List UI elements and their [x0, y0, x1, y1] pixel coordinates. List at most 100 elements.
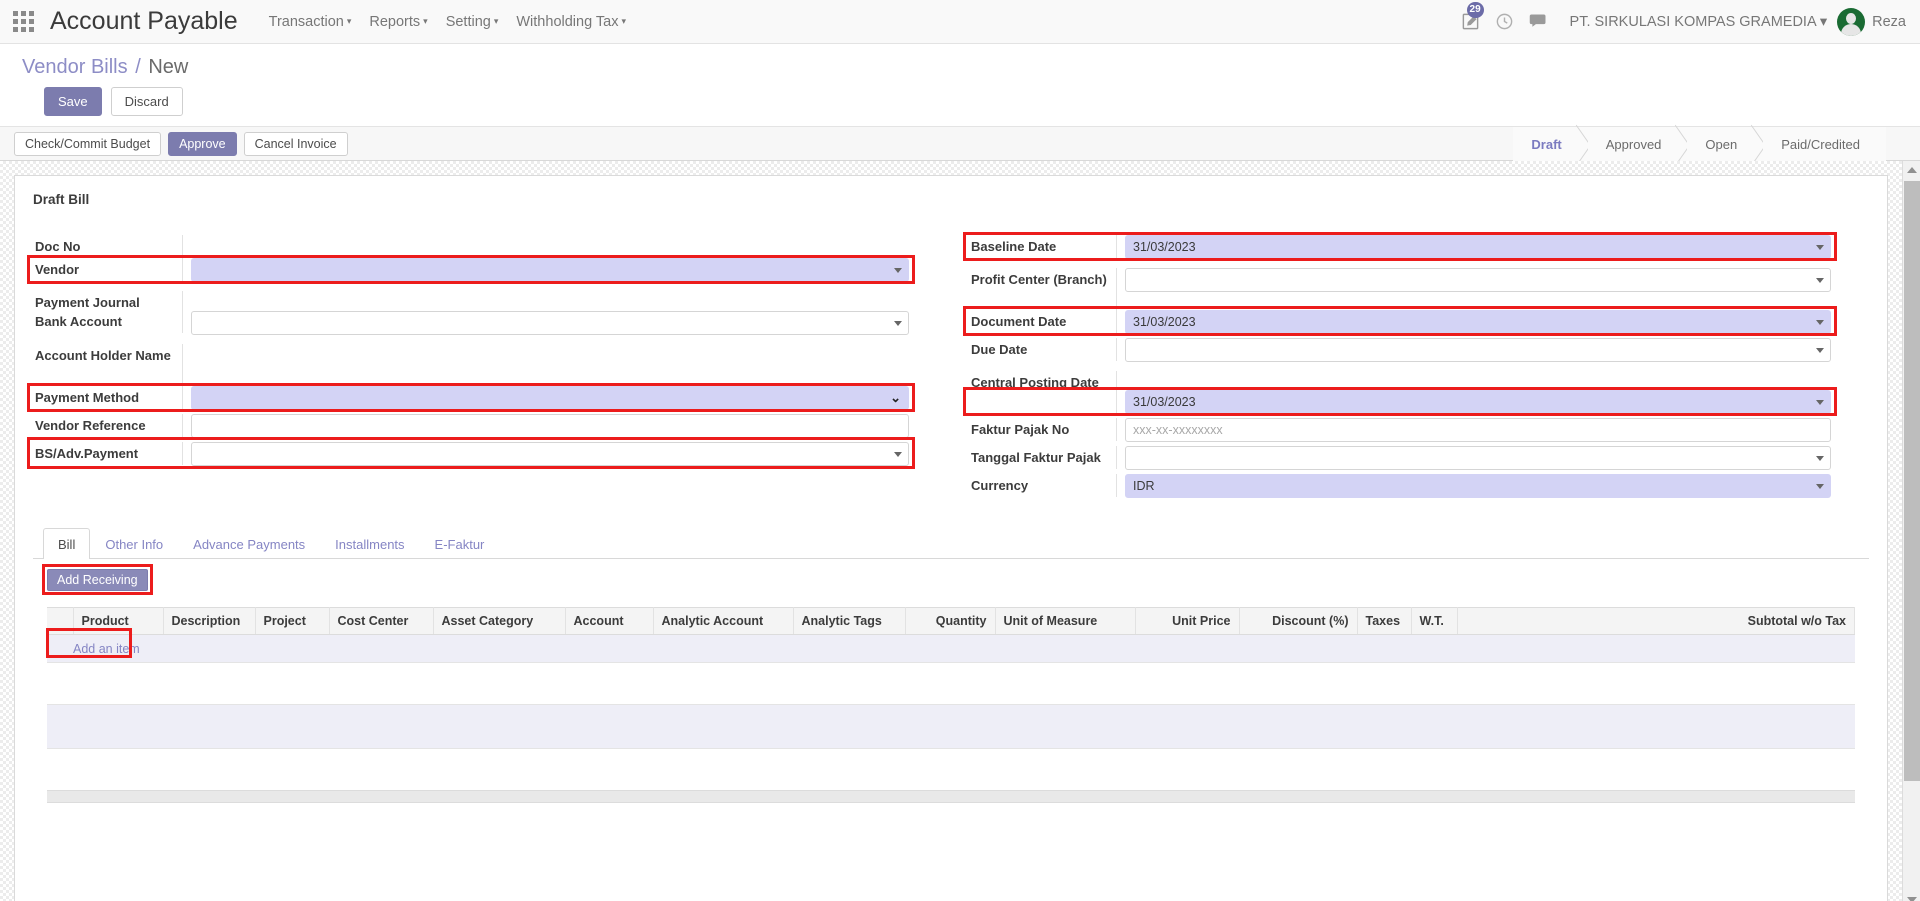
table-header-row: Product Description Project Cost Center … — [47, 607, 1855, 635]
cancel-invoice-button[interactable]: Cancel Invoice — [243, 131, 348, 156]
vertical-scrollbar[interactable] — [1902, 161, 1920, 901]
activities-button[interactable]: 29 — [1454, 1, 1488, 39]
user-menu[interactable]: Reza — [1872, 14, 1906, 30]
vendor-reference-input[interactable] — [191, 414, 909, 438]
column-asset-category[interactable]: Asset Category — [433, 607, 566, 635]
column-product[interactable]: Product — [73, 607, 164, 635]
column-project[interactable]: Project — [255, 607, 330, 635]
scroll-up-button[interactable] — [1903, 161, 1920, 179]
menu-reports[interactable]: Reports ▾ — [360, 0, 436, 44]
currency-input[interactable] — [1125, 474, 1831, 498]
field-due-date-label: Due Date — [969, 338, 1117, 361]
field-central-posting-date-label: Central Posting Date — [969, 371, 1117, 413]
stage-paid-credited[interactable]: Paid/Credited — [1763, 127, 1886, 162]
footer-strip-cell — [47, 790, 1855, 803]
field-document-date: Document Date — [963, 306, 1837, 336]
due-date-input[interactable] — [1125, 338, 1831, 362]
column-cost-center[interactable]: Cost Center — [329, 607, 434, 635]
currency-wrap — [1125, 474, 1831, 498]
column-quantity[interactable]: Quantity — [905, 607, 996, 635]
tab-advance-payments[interactable]: Advance Payments — [178, 528, 320, 559]
approve-button[interactable]: Approve — [168, 131, 237, 156]
scrollbar-thumb[interactable] — [1904, 181, 1920, 781]
column-description[interactable]: Description — [163, 607, 256, 635]
status-buttons: Check/Commit Budget Approve Cancel Invoi… — [14, 131, 348, 156]
chevron-down-icon: ▾ — [621, 16, 627, 26]
payment-method-select[interactable] — [191, 386, 909, 410]
chevron-down-icon: ▾ — [346, 16, 352, 26]
app-brand-title[interactable]: Account Payable — [50, 7, 238, 36]
save-button[interactable]: Save — [44, 87, 102, 116]
tab-installments[interactable]: Installments — [320, 528, 419, 559]
notebook-tabs: Bill Other Info Advance Payments Install… — [33, 528, 1869, 559]
vendor-input[interactable] — [191, 258, 909, 282]
chat-bubble-icon — [1529, 14, 1546, 27]
field-document-date-label: Document Date — [969, 310, 1117, 333]
profit-center-input[interactable] — [1125, 268, 1831, 292]
add-receiving-wrap: Add Receiving — [42, 564, 153, 595]
breadcrumb: Vendor Bills / New — [22, 56, 1920, 79]
field-due-date: Due Date — [969, 338, 1831, 362]
clock-button[interactable] — [1488, 5, 1522, 39]
field-vendor-label: Vendor — [33, 258, 183, 281]
record-actions: Save Discard — [44, 87, 1920, 116]
breadcrumb-parent[interactable]: Vendor Bills — [22, 56, 128, 78]
tanggal-faktur-pajak-input[interactable] — [1125, 446, 1831, 470]
column-subtotal-wo-tax[interactable]: Subtotal w/o Tax — [1457, 607, 1855, 635]
form-columns: Doc No Vendor Payment Journal Bank Accou… — [27, 232, 1869, 498]
column-analytic-tags[interactable]: Analytic Tags — [793, 607, 906, 635]
bank-account-input-wrap — [191, 311, 909, 335]
menu-transaction-label: Transaction — [268, 14, 344, 30]
menu-withholding-tax-label: Withholding Tax — [516, 14, 619, 30]
profit-center-wrap — [1125, 268, 1831, 292]
add-an-item-link[interactable]: Add an item — [73, 642, 140, 656]
chevron-down-icon: ▾ — [1819, 13, 1828, 30]
field-payment-method: Payment Method ⌄ — [27, 383, 915, 412]
total-placeholder-cell — [47, 704, 1855, 749]
field-account-holder-name-label: Account Holder Name — [33, 344, 183, 386]
column-taxes[interactable]: Taxes — [1357, 607, 1412, 635]
table-body: Add an item — [46, 628, 1855, 833]
payment-method-wrap: ⌄ — [191, 386, 909, 410]
field-vendor: Vendor — [27, 255, 915, 284]
discard-button[interactable]: Discard — [110, 87, 183, 116]
breadcrumb-bar: Vendor Bills / New Save Discard — [0, 44, 1920, 116]
column-analytic-account[interactable]: Analytic Account — [653, 607, 794, 635]
vendor-reference-wrap — [191, 414, 909, 438]
menu-withholding-tax[interactable]: Withholding Tax ▾ — [507, 0, 635, 44]
field-vendor-reference: Vendor Reference — [33, 414, 909, 438]
faktur-pajak-no-wrap — [1125, 418, 1831, 442]
menu-setting[interactable]: Setting ▾ — [437, 0, 508, 44]
company-name-label: PT. SIRKULASI KOMPAS GRAMEDIA — [1569, 13, 1816, 30]
stage-approved[interactable]: Approved — [1587, 127, 1688, 162]
bs-adv-payment-input[interactable] — [191, 442, 909, 466]
add-item-handle-cell — [47, 634, 73, 663]
stage-draft[interactable]: Draft — [1513, 127, 1588, 162]
tab-other-info[interactable]: Other Info — [90, 528, 178, 559]
column-wt[interactable]: W.T. — [1411, 607, 1458, 635]
add-receiving-button[interactable]: Add Receiving — [47, 569, 148, 591]
navbar-right-group: 29 PT. SIRKULASI KOMPAS GRAMEDIA ▾ Reza — [1454, 1, 1906, 39]
messages-button[interactable] — [1522, 5, 1556, 39]
central-posting-date-input[interactable] — [1125, 390, 1831, 414]
column-unit-of-measure[interactable]: Unit of Measure — [995, 607, 1136, 635]
tab-bill[interactable]: Bill — [43, 528, 91, 559]
avatar[interactable] — [1837, 7, 1866, 36]
menu-transaction[interactable]: Transaction ▾ — [260, 0, 361, 44]
apps-grid-icon[interactable] — [10, 9, 36, 35]
faktur-pajak-no-input[interactable] — [1125, 418, 1831, 442]
tab-e-faktur[interactable]: E-Faktur — [420, 528, 500, 559]
table-row-add-item: Add an item — [46, 628, 1855, 663]
company-switcher[interactable]: PT. SIRKULASI KOMPAS GRAMEDIA ▾ — [1570, 14, 1828, 30]
field-doc-no-value — [183, 235, 909, 258]
baseline-date-input[interactable] — [1125, 235, 1831, 259]
column-discount[interactable]: Discount (%) — [1239, 607, 1358, 635]
payment-journal-bank-account-input[interactable] — [191, 311, 909, 335]
scroll-down-button[interactable] — [1903, 891, 1920, 901]
document-date-input[interactable] — [1125, 310, 1831, 334]
check-commit-budget-button[interactable]: Check/Commit Budget — [14, 131, 162, 156]
vendor-input-wrap — [191, 258, 909, 282]
column-unit-price[interactable]: Unit Price — [1135, 607, 1240, 635]
stage-open[interactable]: Open — [1687, 127, 1764, 162]
column-account[interactable]: Account — [565, 607, 654, 635]
